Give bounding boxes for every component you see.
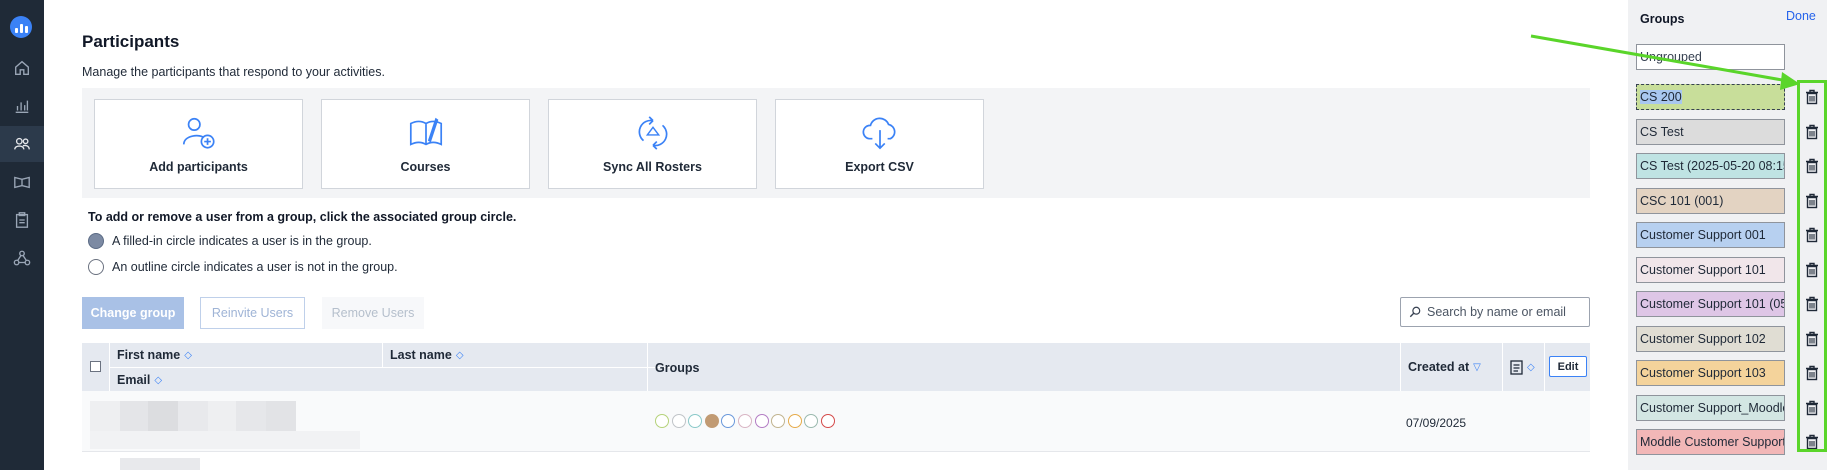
legend-outline: An outline circle indicates a user is no…	[88, 259, 398, 275]
group-name-field[interactable]: Customer Support 101	[1636, 256, 1785, 283]
group-name: Customer Support 101 (05/	[1640, 297, 1785, 311]
group-membership-circle[interactable]	[671, 414, 686, 428]
blurred-name	[90, 401, 120, 431]
sort-icon: ◇	[1527, 361, 1535, 373]
group-name: Customer Support 102	[1640, 331, 1766, 346]
search-icon	[1409, 306, 1421, 318]
blurred-email	[90, 431, 360, 449]
group-name: CS 200	[1640, 90, 1682, 104]
ungrouped-field[interactable]: Ungrouped	[1636, 44, 1785, 70]
group-name: Customer Support 103	[1640, 366, 1766, 380]
export-csv-card[interactable]: Export CSV	[775, 99, 984, 189]
edit-button[interactable]: Edit	[1549, 356, 1587, 377]
group-membership-circle[interactable]	[655, 414, 669, 428]
instructions-title: To add or remove a user from a group, cl…	[88, 210, 517, 224]
group-membership-circle[interactable]	[821, 414, 835, 428]
group-name-field[interactable]: CS Test (2025-05-20 08:15:3	[1636, 153, 1785, 179]
groups-header: Groups	[655, 361, 700, 375]
courses-icon[interactable]	[0, 164, 44, 200]
cloud-download-icon	[862, 117, 896, 150]
action-cards-panel: Add participants Courses Sync All Roster…	[82, 88, 1590, 198]
table-header: First name ◇ Last name ◇ Email ◇ Groups Cre…	[82, 343, 1590, 391]
group-membership-circle[interactable]	[704, 414, 719, 428]
search-placeholder: Search by name or email	[1427, 305, 1566, 319]
table-row[interactable]	[82, 451, 1590, 470]
sort-icon: ◇	[184, 349, 192, 361]
app-logo-icon[interactable]	[10, 16, 32, 38]
reinvite-users-button[interactable]: Reinvite Users	[200, 297, 305, 329]
group-name: Customer Support 101	[1640, 262, 1766, 277]
group-name-field[interactable]: Customer Support 001	[1636, 222, 1785, 248]
blurred-name	[120, 458, 200, 470]
remove-users-button[interactable]: Remove Users	[322, 297, 424, 329]
card-label: Courses	[400, 160, 451, 174]
add-user-icon	[182, 117, 215, 149]
legend-filled: A filled-in circle indicates a user is i…	[88, 233, 372, 249]
group-name-field[interactable]: Customer Support 103	[1636, 360, 1785, 386]
group-name-field[interactable]: Moddle Customer Support	[1636, 429, 1785, 455]
sort-desc-icon: ▽	[1473, 361, 1481, 373]
add-participants-card[interactable]: Add participants	[94, 99, 303, 189]
group-name: Customer Support_Moodle	[1640, 400, 1785, 415]
page-description: Manage the participants that respond to …	[82, 65, 385, 79]
left-nav	[0, 0, 44, 470]
group-name: CS Test	[1640, 124, 1684, 139]
annotation-highlight-box	[1797, 80, 1827, 452]
group-name: Moddle Customer Support	[1640, 435, 1785, 449]
group-name: Customer Support 001	[1640, 228, 1766, 242]
group-membership-circle[interactable]	[738, 414, 752, 428]
home-icon[interactable]	[0, 50, 44, 86]
search-input[interactable]: Search by name or email	[1400, 297, 1590, 327]
select-all-checkbox[interactable]	[90, 361, 101, 372]
courses-card[interactable]: Courses	[321, 99, 530, 189]
main-content: Participants Manage the participants tha…	[44, 0, 1628, 470]
book-icon	[409, 117, 442, 146]
first-name-header[interactable]: First name ◇	[117, 348, 192, 362]
chart-icon[interactable]	[0, 88, 44, 124]
group-name-field[interactable]: Customer Support_Moodle	[1636, 394, 1785, 421]
card-label: Export CSV	[845, 160, 914, 174]
clipboard-icon	[1510, 360, 1523, 375]
email-header[interactable]: Email ◇	[117, 373, 162, 387]
card-label: Sync All Rosters	[603, 160, 702, 174]
group-name-field[interactable]: CSC 101 (001)	[1636, 187, 1785, 214]
done-button[interactable]: Done	[1786, 9, 1816, 23]
network-icon[interactable]	[0, 240, 44, 276]
groups-panel: Groups Done Ungrouped CS 200 CS Test CS Te…	[1628, 0, 1827, 470]
notes-column-header[interactable]: ◇	[1510, 359, 1535, 375]
change-group-button[interactable]: Change group	[82, 297, 184, 329]
filled-circle-icon	[88, 233, 104, 249]
last-name-header[interactable]: Last name ◇	[390, 348, 464, 362]
clipboard-icon[interactable]	[0, 202, 44, 238]
created-at-value: 07/09/2025	[1406, 416, 1467, 430]
sort-icon: ◇	[455, 349, 464, 361]
group-membership-circle[interactable]	[787, 414, 802, 428]
participants-icon[interactable]	[0, 126, 44, 162]
table-row[interactable]	[82, 391, 1590, 451]
outline-circle-icon	[88, 259, 104, 275]
group-membership-circle[interactable]	[754, 414, 769, 428]
group-name-field[interactable]: Customer Support 102	[1636, 325, 1785, 352]
groups-panel-title: Groups	[1640, 12, 1685, 26]
group-name-field[interactable]: CS 200	[1636, 84, 1785, 110]
card-label: Add participants	[149, 160, 248, 174]
created-at-header[interactable]: Created at ▽	[1408, 360, 1481, 374]
group-name: CS Test (2025-05-20 08:15:3	[1640, 159, 1785, 173]
group-name-field[interactable]: Customer Support 101 (05/	[1636, 291, 1785, 317]
page-title: Participants	[82, 32, 180, 51]
group-name: CSC 101 (001)	[1640, 193, 1724, 208]
group-name-field[interactable]: CS Test	[1636, 118, 1785, 145]
sync-icon	[638, 116, 667, 150]
sort-icon: ◇	[154, 374, 163, 386]
sync-rosters-card[interactable]: Sync All Rosters	[548, 99, 757, 189]
